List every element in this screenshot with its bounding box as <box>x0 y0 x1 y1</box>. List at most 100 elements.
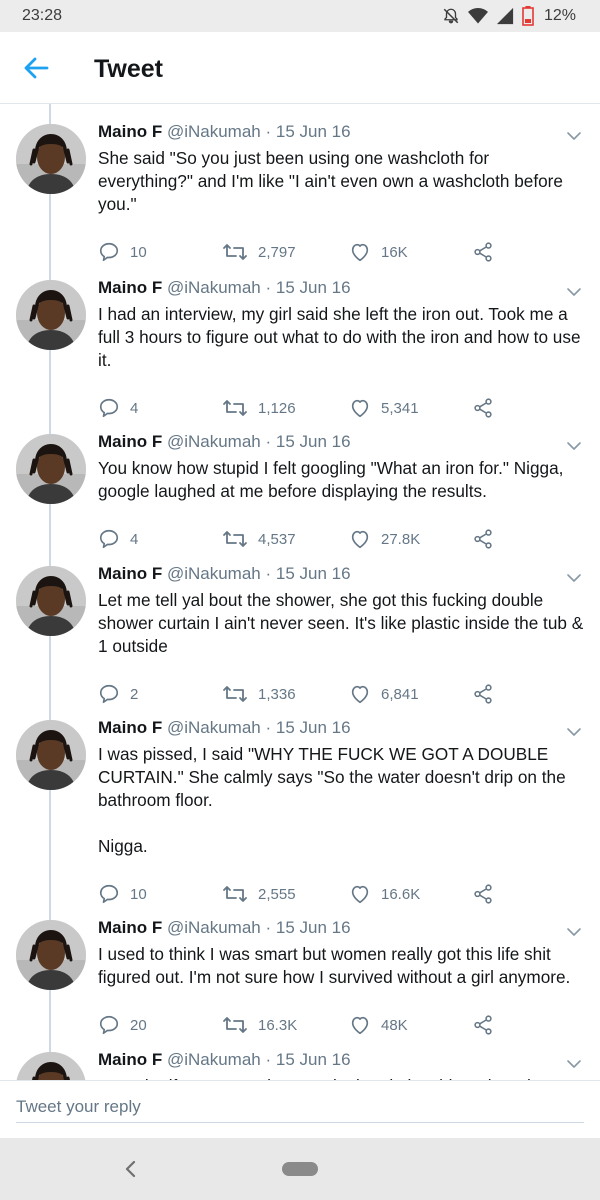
author-name[interactable]: Maino F <box>98 718 162 737</box>
chevron-down-icon[interactable] <box>564 1054 584 1074</box>
retweet-button[interactable]: 16.3K <box>222 1013 297 1037</box>
tweet[interactable]: Maino F @iNakumah · 15 Jun 16 I had an in… <box>0 276 600 426</box>
reply-input[interactable] <box>16 1091 584 1123</box>
share-button[interactable] <box>472 1013 494 1037</box>
chevron-down-icon[interactable] <box>564 436 584 456</box>
reply-count: 20 <box>130 1016 147 1034</box>
avatar[interactable] <box>16 1052 86 1080</box>
retweet-button[interactable]: 2,797 <box>222 240 296 264</box>
avatar[interactable] <box>16 434 86 504</box>
tweet-text: Let me tell yal bout the shower, she got… <box>98 590 588 656</box>
like-button[interactable]: 5,341 <box>349 396 419 420</box>
retweet-button[interactable]: 1,336 <box>222 682 296 706</box>
tweet-header: Maino F @iNakumah · 15 Jun 16 <box>98 122 351 146</box>
author-name[interactable]: Maino F <box>98 278 162 297</box>
author-name[interactable]: Maino F <box>98 432 162 451</box>
retweet-icon <box>222 1014 248 1036</box>
share-button[interactable] <box>472 882 494 906</box>
reply-count: 10 <box>130 885 147 903</box>
reply-icon <box>98 1014 120 1036</box>
tweet[interactable]: Maino F @iNakumah · 15 Jun 16 I used to t… <box>0 916 600 1066</box>
like-count: 48K <box>381 1016 408 1034</box>
chevron-down-icon[interactable] <box>564 568 584 588</box>
tweet-date[interactable]: 15 Jun 16 <box>276 564 351 583</box>
share-icon <box>472 397 494 419</box>
signal-icon <box>496 7 514 25</box>
share-button[interactable] <box>472 240 494 264</box>
author-handle[interactable]: @iNakumah <box>167 918 261 937</box>
author-name[interactable]: Maino F <box>98 1050 162 1069</box>
reply-button[interactable]: 10 <box>98 882 147 906</box>
tweet[interactable]: Maino F @iNakumah · 15 Jun 16I wonder if… <box>0 1048 600 1080</box>
author-handle[interactable]: @iNakumah <box>167 1050 261 1069</box>
like-button[interactable]: 6,841 <box>349 682 419 706</box>
tweet[interactable]: Maino F @iNakumah · 15 Jun 16 She said "S… <box>0 120 600 270</box>
tweet-header: Maino F @iNakumah · 15 Jun 16 <box>98 918 351 942</box>
avatar[interactable] <box>16 566 86 636</box>
author-name[interactable]: Maino F <box>98 564 162 583</box>
nav-back-icon[interactable] <box>120 1158 142 1180</box>
tweet-header: Maino F @iNakumah · 15 Jun 16 <box>98 564 351 588</box>
chevron-down-icon[interactable] <box>564 126 584 146</box>
chevron-down-icon[interactable] <box>564 282 584 302</box>
author-handle[interactable]: @iNakumah <box>167 718 261 737</box>
heart-icon <box>349 883 371 905</box>
reply-button[interactable]: 2 <box>98 682 138 706</box>
like-button[interactable]: 27.8K <box>349 527 420 551</box>
retweet-icon <box>222 883 248 905</box>
like-button[interactable]: 16.6K <box>349 882 420 906</box>
tweet-actions: 4 1,126 5,341 <box>98 396 518 420</box>
like-button[interactable]: 16K <box>349 240 408 264</box>
tweet-actions: 2 1,336 6,841 <box>98 682 518 706</box>
back-button[interactable] <box>22 54 50 82</box>
separator-dot: · <box>265 432 272 451</box>
tweet[interactable]: Maino F @iNakumah · 15 Jun 16 You know ho… <box>0 430 600 580</box>
tweet-date[interactable]: 15 Jun 16 <box>276 918 351 937</box>
reply-button[interactable]: 20 <box>98 1013 147 1037</box>
chevron-down-icon[interactable] <box>564 922 584 942</box>
separator-dot: · <box>265 122 272 141</box>
battery-low-icon <box>522 6 534 26</box>
heart-icon <box>349 241 371 263</box>
share-button[interactable] <box>472 396 494 420</box>
like-button[interactable]: 48K <box>349 1013 408 1037</box>
home-pill-icon[interactable] <box>282 1162 318 1176</box>
tweet-date[interactable]: 15 Jun 16 <box>276 1050 351 1069</box>
tweet-date[interactable]: 15 Jun 16 <box>276 278 351 297</box>
author-handle[interactable]: @iNakumah <box>167 564 261 583</box>
reply-icon <box>98 241 120 263</box>
chevron-down-icon[interactable] <box>564 722 584 742</box>
retweet-button[interactable]: 4,537 <box>222 527 296 551</box>
avatar[interactable] <box>16 720 86 790</box>
retweet-icon <box>222 683 248 705</box>
avatar[interactable] <box>16 124 86 194</box>
retweet-count: 2,797 <box>258 243 296 261</box>
share-button[interactable] <box>472 682 494 706</box>
author-handle[interactable]: @iNakumah <box>167 122 261 141</box>
tweet-header: Maino F @iNakumah · 15 Jun 16 <box>98 432 351 456</box>
author-handle[interactable]: @iNakumah <box>167 278 261 297</box>
author-name[interactable]: Maino F <box>98 122 162 141</box>
retweet-button[interactable]: 1,126 <box>222 396 296 420</box>
tweet-actions: 20 16.3K 48K <box>98 1013 518 1037</box>
tweet[interactable]: Maino F @iNakumah · 15 Jun 16 I was pisse… <box>0 716 600 904</box>
reply-button[interactable]: 4 <box>98 396 138 420</box>
share-button[interactable] <box>472 527 494 551</box>
retweet-button[interactable]: 2,555 <box>222 882 296 906</box>
tweet-date[interactable]: 15 Jun 16 <box>276 122 351 141</box>
avatar[interactable] <box>16 920 86 990</box>
reply-button[interactable]: 10 <box>98 240 147 264</box>
app-bar: Tweet <box>0 32 600 104</box>
tweet[interactable]: Maino F @iNakumah · 15 Jun 16 Let me tell… <box>0 562 600 712</box>
author-handle[interactable]: @iNakumah <box>167 432 261 451</box>
tweet-date[interactable]: 15 Jun 16 <box>276 718 351 737</box>
heart-icon <box>349 683 371 705</box>
avatar[interactable] <box>16 280 86 350</box>
status-bar: 23:28 12% <box>0 0 600 32</box>
reply-count: 4 <box>130 399 139 417</box>
tweet-date[interactable]: 15 Jun 16 <box>276 432 351 451</box>
reply-button[interactable]: 4 <box>98 527 138 551</box>
page-title: Tweet <box>94 55 163 83</box>
retweet-count: 1,336 <box>258 685 296 703</box>
author-name[interactable]: Maino F <box>98 918 162 937</box>
